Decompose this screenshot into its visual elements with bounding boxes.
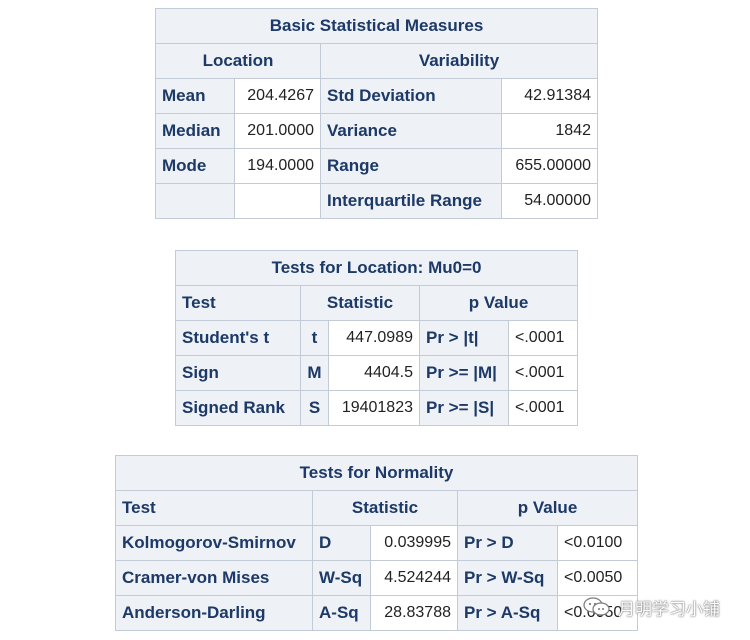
loc-label: Mean: [155, 78, 235, 114]
test-name: Kolmogorov-Smirnov: [115, 525, 313, 561]
variability-header: Variability: [320, 43, 598, 79]
loc-value: 204.4267: [234, 78, 321, 114]
table-row: Mean 204.4267 Std Deviation 42.91384: [155, 78, 598, 114]
p-value: <0.0100: [556, 525, 639, 561]
pr-label: Pr >= |S|: [419, 390, 509, 426]
statistic-header: Statistic: [300, 285, 420, 321]
pvalue-header: p Value: [418, 285, 579, 321]
loc-label-empty: [155, 183, 235, 219]
watermark-text: 月明学习小铺: [618, 599, 720, 619]
test-name: Signed Rank: [175, 390, 301, 426]
pr-label: Pr > D: [457, 525, 558, 561]
pr-label: Pr > A-Sq: [457, 595, 558, 631]
var-value: 54.00000: [501, 183, 598, 219]
test-name: Sign: [175, 355, 301, 391]
var-label: Std Deviation: [320, 78, 502, 114]
var-value: 655.00000: [501, 148, 598, 184]
loc-value: 194.0000: [234, 148, 321, 184]
table-row: Interquartile Range 54.00000: [155, 183, 598, 219]
test-name: Student's t: [175, 320, 301, 356]
stat-value: 0.039995: [370, 525, 458, 561]
p-value: <.0001: [507, 355, 579, 391]
stat-value: 4.524244: [370, 560, 458, 596]
table-row: Median 201.0000 Variance 1842: [155, 113, 598, 149]
table-row: Anderson-Darling A-Sq 28.83788 Pr > A-Sq…: [115, 595, 639, 631]
p-value: <.0001: [507, 320, 579, 356]
var-label: Interquartile Range: [320, 183, 502, 219]
basic-measures-table: Basic Statistical Measures Location Vari…: [155, 8, 598, 219]
var-value: 42.91384: [501, 78, 598, 114]
normality-tests-title: Tests for Normality: [114, 455, 639, 491]
stat-value: 4404.5: [328, 355, 420, 391]
stat-value: 447.0989: [328, 320, 420, 356]
table-row: Mode 194.0000 Range 655.00000: [155, 148, 598, 184]
stat-value: 19401823: [328, 390, 420, 426]
table-row: Student's t t 447.0989 Pr > |t| <.0001: [175, 320, 579, 356]
pr-label: Pr > W-Sq: [457, 560, 558, 596]
location-tests-table: Tests for Location: Mu0=0 Test Statistic…: [174, 250, 579, 426]
stat-symbol: W-Sq: [312, 560, 371, 596]
wechat-icon: [583, 597, 610, 616]
var-label: Range: [320, 148, 502, 184]
var-label: Variance: [320, 113, 502, 149]
loc-label: Mode: [155, 148, 235, 184]
loc-label: Median: [155, 113, 235, 149]
p-value: <0.0050: [556, 560, 639, 596]
location-tests-title: Tests for Location: Mu0=0: [174, 250, 579, 286]
table-row: Sign M 4404.5 Pr >= |M| <.0001: [175, 355, 579, 391]
stat-symbol: D: [312, 525, 371, 561]
loc-value: 201.0000: [234, 113, 321, 149]
var-value: 1842: [501, 113, 598, 149]
table-row: Kolmogorov-Smirnov D 0.039995 Pr > D <0.…: [115, 525, 639, 561]
pvalue-header: p Value: [456, 490, 639, 526]
pr-label: Pr > |t|: [419, 320, 509, 356]
pr-label: Pr >= |M|: [419, 355, 509, 391]
p-value: <.0001: [507, 390, 579, 426]
stat-symbol: A-Sq: [312, 595, 371, 631]
stat-symbol: M: [300, 355, 329, 391]
stat-symbol: t: [300, 320, 329, 356]
normality-tests-table: Tests for Normality Test Statistic p Val…: [114, 455, 639, 631]
location-header: Location: [155, 43, 321, 79]
test-header: Test: [175, 285, 301, 321]
test-header: Test: [115, 490, 313, 526]
stat-symbol: S: [300, 390, 329, 426]
stat-value: 28.83788: [370, 595, 458, 631]
basic-measures-title: Basic Statistical Measures: [155, 8, 598, 44]
table-row: Signed Rank S 19401823 Pr >= |S| <.0001: [175, 390, 579, 426]
watermark: 月明学习小铺: [582, 594, 732, 620]
statistic-header: Statistic: [312, 490, 458, 526]
table-row: Cramer-von Mises W-Sq 4.524244 Pr > W-Sq…: [115, 560, 639, 596]
loc-value-empty: [234, 183, 321, 219]
test-name: Anderson-Darling: [115, 595, 313, 631]
test-name: Cramer-von Mises: [115, 560, 313, 596]
